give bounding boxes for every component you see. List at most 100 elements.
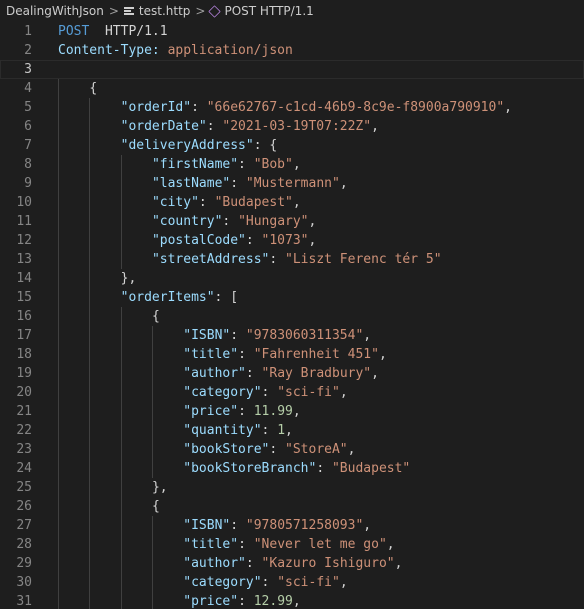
- code-token: ,: [292, 404, 301, 419]
- code-line[interactable]: 1 POST HTTP/1.1: [0, 22, 584, 41]
- line-content: Content-Type: application/json: [58, 41, 293, 60]
- code-token: {: [89, 81, 98, 96]
- indent-guide: [120, 174, 122, 193]
- indent-guide: [120, 421, 122, 440]
- line-content: {: [152, 497, 160, 516]
- chevron-right-icon: >: [195, 4, 206, 18]
- code-token: "Kazuro Ishiguro": [261, 556, 395, 571]
- indent-guide: [58, 573, 59, 592]
- code-token: "title": [183, 347, 239, 362]
- line-number: 12: [16, 233, 32, 248]
- code-token: "orderDate": [120, 119, 207, 134]
- indent-guide: [58, 421, 59, 440]
- code-line[interactable]: 17 "ISBN": "9783060311354",: [0, 326, 584, 345]
- code-token: "Liszt Ferenc tér 5": [285, 252, 442, 267]
- code-line[interactable]: 30 "category": "sci-fi",: [0, 573, 584, 592]
- line-content: "city": "Budapest",: [152, 193, 301, 212]
- line-number: 19: [16, 366, 32, 381]
- code-line[interactable]: 3: [0, 60, 584, 79]
- indent-guide: [89, 535, 91, 554]
- code-line[interactable]: 16 {: [0, 307, 584, 326]
- code-token: :: [269, 442, 286, 457]
- indent-guide: [151, 345, 153, 364]
- code-token: ,: [339, 176, 348, 191]
- code-token: 11.99: [253, 404, 293, 419]
- code-token: "category": [183, 575, 262, 590]
- indent-guide: [89, 402, 91, 421]
- code-token: ,: [371, 366, 379, 381]
- line-number: 6: [24, 119, 32, 134]
- line-number: 22: [16, 423, 32, 438]
- code-token: ,: [292, 195, 301, 210]
- code-token: ,: [308, 214, 317, 229]
- indent-guide: [151, 383, 153, 402]
- code-line[interactable]: 5 "orderId": "66e62767-c1cd-46b9-8c9e-f89…: [0, 98, 584, 117]
- indent-guide: [120, 516, 122, 535]
- indent-guide: [58, 136, 59, 155]
- breadcrumb-folder[interactable]: DealingWithJson: [6, 4, 104, 18]
- line-number: 31: [16, 594, 32, 609]
- indent-guide: [151, 516, 153, 535]
- line-content: "author": "Ray Bradbury",: [183, 364, 379, 383]
- indent-guide: [151, 326, 153, 345]
- breadcrumb-file[interactable]: test.http: [123, 4, 190, 18]
- code-line[interactable]: 29 "author": "Kazuro Ishiguro",: [0, 554, 584, 573]
- line-number: 20: [16, 385, 32, 400]
- line-number: 26: [16, 499, 32, 514]
- code-line[interactable]: 23 "bookStore": "StoreA",: [0, 440, 584, 459]
- code-line[interactable]: 2 Content-Type: application/json: [0, 41, 584, 60]
- code-line[interactable]: 31 "price": 12.99,: [0, 592, 584, 609]
- code-token: Content-Type:: [58, 43, 160, 58]
- code-line[interactable]: 4{: [0, 79, 584, 98]
- code-line[interactable]: 6 "orderDate": "2021-03-19T07:22Z",: [0, 117, 584, 136]
- code-line[interactable]: 8 "firstName": "Bob",: [0, 155, 584, 174]
- code-line[interactable]: 19 "author": "Ray Bradbury",: [0, 364, 584, 383]
- code-token: ,: [339, 385, 348, 400]
- code-line[interactable]: 14},: [0, 269, 584, 288]
- code-line[interactable]: 9 "lastName": "Mustermann",: [0, 174, 584, 193]
- code-editor[interactable]: DealingWithJson > test.http > POST HTTP/…: [0, 0, 584, 609]
- indent-guide: [151, 535, 153, 554]
- indent-guide: [151, 554, 153, 573]
- indent-guide: [58, 79, 59, 98]
- code-line[interactable]: 27 "ISBN": "9780571258093",: [0, 516, 584, 535]
- line-content: "category": "sci-fi",: [183, 573, 347, 592]
- line-content: "price": 11.99,: [183, 402, 300, 421]
- line-content: {: [89, 79, 97, 98]
- code-token: POST: [58, 24, 90, 39]
- code-line[interactable]: 21 "price": 11.99,: [0, 402, 584, 421]
- code-token: ,: [378, 347, 387, 362]
- code-line[interactable]: 20 "category": "sci-fi",: [0, 383, 584, 402]
- line-content: "orderDate": "2021-03-19T07:22Z",: [121, 117, 379, 136]
- code-line[interactable]: 28 "title": "Never let me go",: [0, 535, 584, 554]
- line-number: 5: [24, 100, 32, 115]
- code-line[interactable]: 13 "streetAddress": "Liszt Ferenc tér 5": [0, 250, 584, 269]
- line-number: 13: [16, 252, 32, 267]
- code-line[interactable]: 26 {: [0, 497, 584, 516]
- breadcrumb-request[interactable]: POST HTTP/1.1: [208, 4, 314, 18]
- code-token: :: [230, 518, 246, 533]
- code-line[interactable]: 24 "bookStoreBranch": "Budapest": [0, 459, 584, 478]
- line-number: 30: [16, 575, 32, 590]
- code-lines[interactable]: 1 POST HTTP/1.1 2 Content-Type: application…: [0, 22, 584, 609]
- indent-guide: [58, 212, 59, 231]
- line-content: POST HTTP/1.1: [58, 22, 168, 41]
- code-token: : {: [253, 138, 278, 153]
- code-line[interactable]: 10 "city": "Budapest",: [0, 193, 584, 212]
- indent-guide: [89, 364, 91, 383]
- code-line[interactable]: 7 "deliveryAddress": {: [0, 136, 584, 155]
- code-token: "orderItems": [120, 290, 215, 305]
- code-line[interactable]: 22 "quantity": 1,: [0, 421, 584, 440]
- code-line[interactable]: 12 "postalCode": "1073",: [0, 231, 584, 250]
- method-cube-icon: [208, 4, 222, 18]
- line-number: 27: [16, 518, 32, 533]
- line-content: "postalCode": "1073",: [152, 231, 316, 250]
- code-token: ,: [339, 575, 348, 590]
- code-token: 12.99: [253, 594, 293, 609]
- code-token: :: [238, 404, 254, 419]
- code-line[interactable]: 11 "country": "Hungary",: [0, 212, 584, 231]
- code-line[interactable]: 25},: [0, 478, 584, 497]
- code-line[interactable]: 18 "title": "Fahrenheit 451",: [0, 345, 584, 364]
- code-token: "deliveryAddress": [120, 138, 254, 153]
- code-line[interactable]: 15 "orderItems": [: [0, 288, 584, 307]
